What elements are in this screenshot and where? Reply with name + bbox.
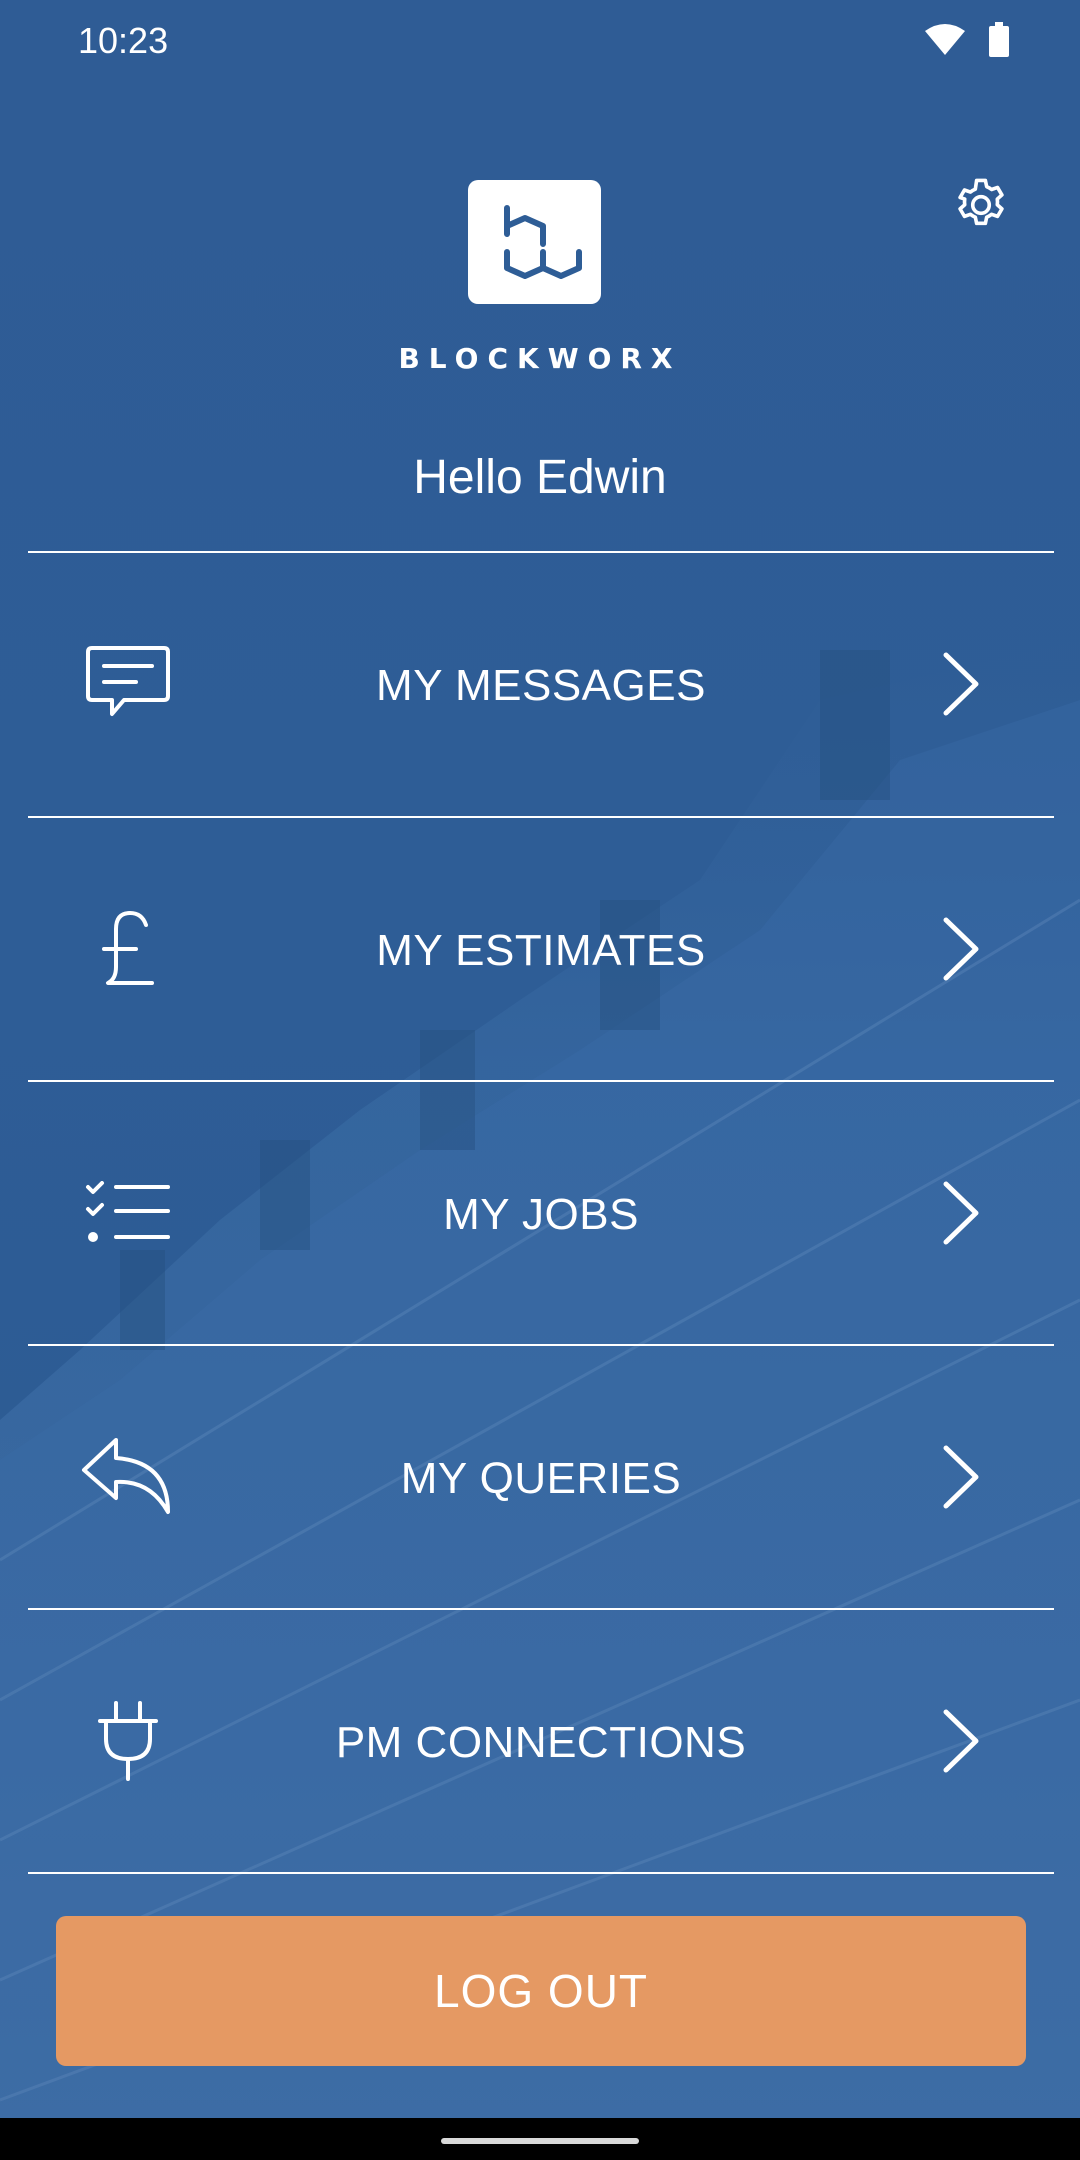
chevron-right-icon xyxy=(943,1445,979,1509)
menu-item-my-jobs[interactable]: MY JOBS xyxy=(28,1082,1054,1344)
menu-item-pm-connections[interactable]: PM CONNECTIONS xyxy=(28,1610,1054,1872)
menu-item-label: MY MESSAGES xyxy=(376,661,706,710)
home-screen: 10:23 BLOCKWORX Hello Edwin MY MESSAGES … xyxy=(0,0,1080,2118)
chevron-right-icon xyxy=(943,1181,979,1245)
logout-label: LOG OUT xyxy=(433,1965,649,2017)
menu-item-label: MY QUERIES xyxy=(400,1454,682,1503)
battery-icon xyxy=(989,22,1009,57)
menu-item-label: PM CONNECTIONS xyxy=(335,1718,747,1767)
divider xyxy=(28,1872,1054,1874)
menu-item-my-estimates[interactable]: MY ESTIMATES xyxy=(28,818,1054,1080)
status-time: 10:23 xyxy=(78,20,169,61)
gear-icon xyxy=(958,178,1004,226)
blockworx-logo-icon xyxy=(503,205,582,279)
status-bar: 10:23 xyxy=(0,0,1080,86)
menu-item-my-queries[interactable]: MY QUERIES xyxy=(28,1346,1054,1608)
menu-item-label: MY ESTIMATES xyxy=(376,926,706,975)
status-icons xyxy=(924,22,1010,58)
menu-item-label: MY JOBS xyxy=(443,1190,639,1239)
chevron-right-icon xyxy=(943,917,979,981)
menu-item-my-messages[interactable]: MY MESSAGES xyxy=(28,553,1054,815)
home-gesture-handle[interactable] xyxy=(441,2138,639,2144)
chevron-right-icon xyxy=(943,1709,979,1773)
chevron-right-icon xyxy=(943,652,979,716)
brand-logo xyxy=(468,180,601,304)
greeting-text: Hello Edwin xyxy=(413,451,667,504)
brand-name: BLOCKWORX xyxy=(398,342,682,375)
logout-button[interactable]: LOG OUT xyxy=(56,1916,1026,2066)
settings-button[interactable] xyxy=(946,170,1016,240)
wifi-icon xyxy=(925,24,965,55)
